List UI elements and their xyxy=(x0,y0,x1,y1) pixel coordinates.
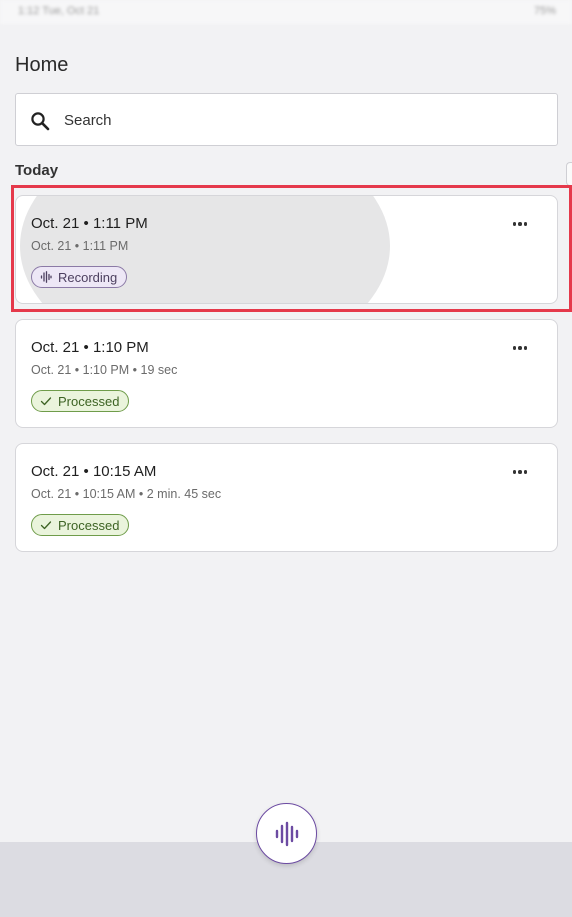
more-options-button[interactable] xyxy=(508,340,532,356)
more-options-icon-dot xyxy=(518,346,522,350)
status-badge-processed: Processed xyxy=(31,390,130,412)
more-options-button[interactable] xyxy=(508,216,532,232)
search-box[interactable] xyxy=(15,93,558,146)
status-badge-recording: Recording xyxy=(31,266,128,288)
recording-title: Oct. 21 • 1:10 PM xyxy=(31,339,149,356)
more-options-button[interactable] xyxy=(508,464,532,480)
search-icon xyxy=(31,112,50,131)
more-options-icon-dot xyxy=(518,222,522,226)
search-input[interactable] xyxy=(64,106,524,134)
status-bar-battery: 75% xyxy=(533,5,556,17)
edge-panel-handle[interactable] xyxy=(566,162,572,186)
status-badge-label: Processed xyxy=(58,517,120,533)
recording-card[interactable]: Oct. 21 • 10:15 AM Oct. 21 • 10:15 AM • … xyxy=(15,443,558,552)
more-options-icon-dot xyxy=(523,346,528,350)
more-options-icon xyxy=(512,222,517,226)
check-icon xyxy=(40,521,52,530)
recording-subtitle: Oct. 21 • 10:15 AM • 2 min. 45 sec xyxy=(31,487,222,501)
status-bar: 1:12 Tue, Oct 21 75% xyxy=(0,0,572,24)
recording-card[interactable]: Oct. 21 • 1:10 PM Oct. 21 • 1:10 PM • 19… xyxy=(15,319,558,428)
check-icon xyxy=(40,397,52,406)
section-heading-today: Today xyxy=(15,162,59,179)
more-options-icon-dot xyxy=(518,470,522,474)
waveform-icon xyxy=(40,271,52,283)
page-title: Home xyxy=(15,54,69,76)
recording-title: Oct. 21 • 10:15 AM xyxy=(31,463,157,480)
waveform-icon xyxy=(275,821,298,846)
recording-card[interactable]: Oct. 21 • 1:11 PM Oct. 21 • 1:11 PM Reco… xyxy=(15,195,558,304)
status-badge-label: Processed xyxy=(58,393,120,409)
recording-subtitle: Oct. 21 • 1:10 PM • 19 sec xyxy=(31,363,178,377)
more-options-icon-dot xyxy=(523,470,528,474)
more-options-icon-dot xyxy=(523,222,528,226)
recording-title: Oct. 21 • 1:11 PM xyxy=(31,215,148,232)
recording-subtitle: Oct. 21 • 1:11 PM xyxy=(31,239,129,253)
status-badge-processed: Processed xyxy=(31,514,130,536)
record-button[interactable] xyxy=(256,803,317,864)
status-bar-time: 1:12 Tue, Oct 21 xyxy=(18,5,100,17)
status-badge-label: Recording xyxy=(58,269,118,285)
more-options-icon xyxy=(512,470,517,474)
more-options-icon xyxy=(512,346,517,350)
